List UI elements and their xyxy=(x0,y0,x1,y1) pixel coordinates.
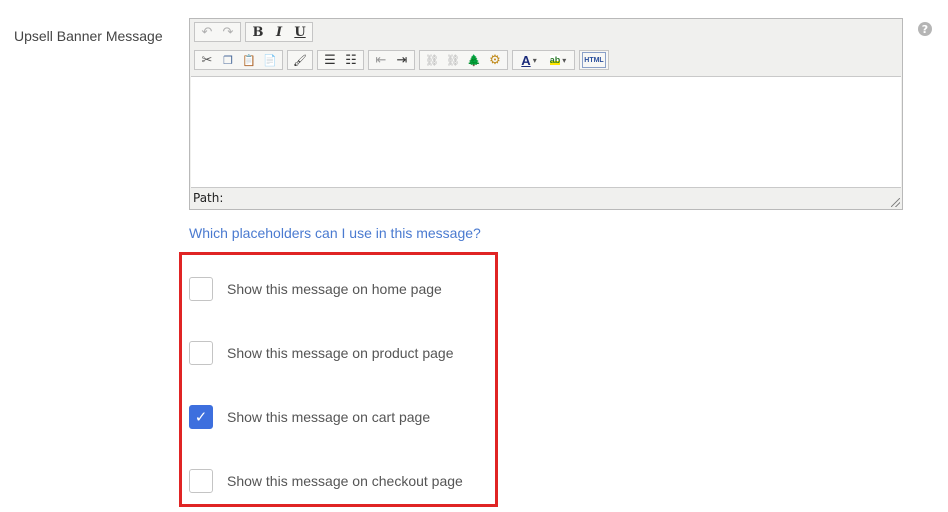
html-source-button[interactable]: HTML xyxy=(582,52,606,68)
option-checkout-page[interactable]: Show this message on checkout page xyxy=(189,468,463,494)
color-group: A ▾ ab ▾ xyxy=(512,50,575,70)
field-label: Upsell Banner Message xyxy=(14,28,163,44)
checkout-page-checkbox[interactable] xyxy=(189,469,213,493)
chevron-down-icon: ▾ xyxy=(532,55,537,65)
help-icon[interactable]: ? xyxy=(918,22,932,36)
cart-page-label: Show this message on cart page xyxy=(227,409,431,425)
copy-icon[interactable]: ❐ xyxy=(218,51,238,69)
indent-icon[interactable]: ⇥ xyxy=(392,51,412,69)
editor-content-area[interactable] xyxy=(191,76,901,188)
bullet-list-icon[interactable]: ☰ xyxy=(320,51,340,69)
image-icon[interactable]: 🌲 xyxy=(464,51,484,69)
numbered-list-icon[interactable]: ☷ xyxy=(341,51,361,69)
toolbar-row-2: ✂ ❐ 📋 📄 🖌 ☰ ☷ ⇤ ⇥ ⛓ ⛓ 🌲 ⚙ A ▾ ab ▾ HTML xyxy=(194,49,609,71)
clipboard-group: ✂ ❐ 📋 📄 xyxy=(194,50,283,70)
product-page-label: Show this message on product page xyxy=(227,345,454,361)
highlight-color-glyph: ab xyxy=(549,55,561,65)
checkout-page-label: Show this message on checkout page xyxy=(227,473,463,489)
rich-text-editor: ↶ ↷ B I U ✂ ❐ 📋 📄 🖌 ☰ ☷ ⇤ ⇥ ⛓ ⛓ 🌲 ⚙ A ▾ … xyxy=(189,18,903,210)
paste-icon[interactable]: 📋 xyxy=(239,51,259,69)
placeholders-help-link[interactable]: Which placeholders can I use in this mes… xyxy=(189,225,481,241)
option-product-page[interactable]: Show this message on product page xyxy=(189,340,453,366)
source-group: HTML xyxy=(579,50,609,70)
list-group: ☰ ☷ xyxy=(317,50,364,70)
outdent-icon[interactable]: ⇤ xyxy=(371,51,391,69)
indent-group: ⇤ ⇥ xyxy=(368,50,415,70)
text-color-icon[interactable]: A ▾ xyxy=(515,51,543,69)
resize-handle-icon[interactable] xyxy=(891,198,900,207)
format-group: B I U xyxy=(245,22,313,42)
cart-page-checkbox[interactable]: ✓ xyxy=(189,405,213,429)
text-color-glyph: A xyxy=(521,52,531,68)
media-icon[interactable]: ⚙ xyxy=(485,51,505,69)
history-group: ↶ ↷ xyxy=(194,22,241,42)
highlight-color-icon[interactable]: ab ▾ xyxy=(544,51,572,69)
undo-icon[interactable]: ↶ xyxy=(197,23,217,41)
italic-button[interactable]: I xyxy=(269,23,289,41)
option-home-page[interactable]: Show this message on home page xyxy=(189,276,442,302)
check-icon: ✓ xyxy=(194,409,208,426)
cleanup-icon[interactable]: 🖌 xyxy=(290,51,310,69)
underline-button[interactable]: U xyxy=(290,23,310,41)
redo-icon[interactable]: ↷ xyxy=(218,23,238,41)
toolbar-row-1: ↶ ↷ B I U xyxy=(194,21,313,43)
insert-group: ⛓ ⛓ 🌲 ⚙ xyxy=(419,50,508,70)
editor-path-label: Path: xyxy=(193,191,224,205)
cleanup-group: 🖌 xyxy=(287,50,313,70)
home-page-label: Show this message on home page xyxy=(227,281,442,297)
paste-word-icon[interactable]: 📄 xyxy=(260,51,280,69)
bold-button[interactable]: B xyxy=(248,23,268,41)
link-icon[interactable]: ⛓ xyxy=(422,51,442,69)
product-page-checkbox[interactable] xyxy=(189,341,213,365)
cut-icon[interactable]: ✂ xyxy=(197,51,217,69)
unlink-icon[interactable]: ⛓ xyxy=(443,51,463,69)
home-page-checkbox[interactable] xyxy=(189,277,213,301)
chevron-down-icon: ▾ xyxy=(562,55,567,65)
option-cart-page[interactable]: ✓ Show this message on cart page xyxy=(189,404,430,430)
